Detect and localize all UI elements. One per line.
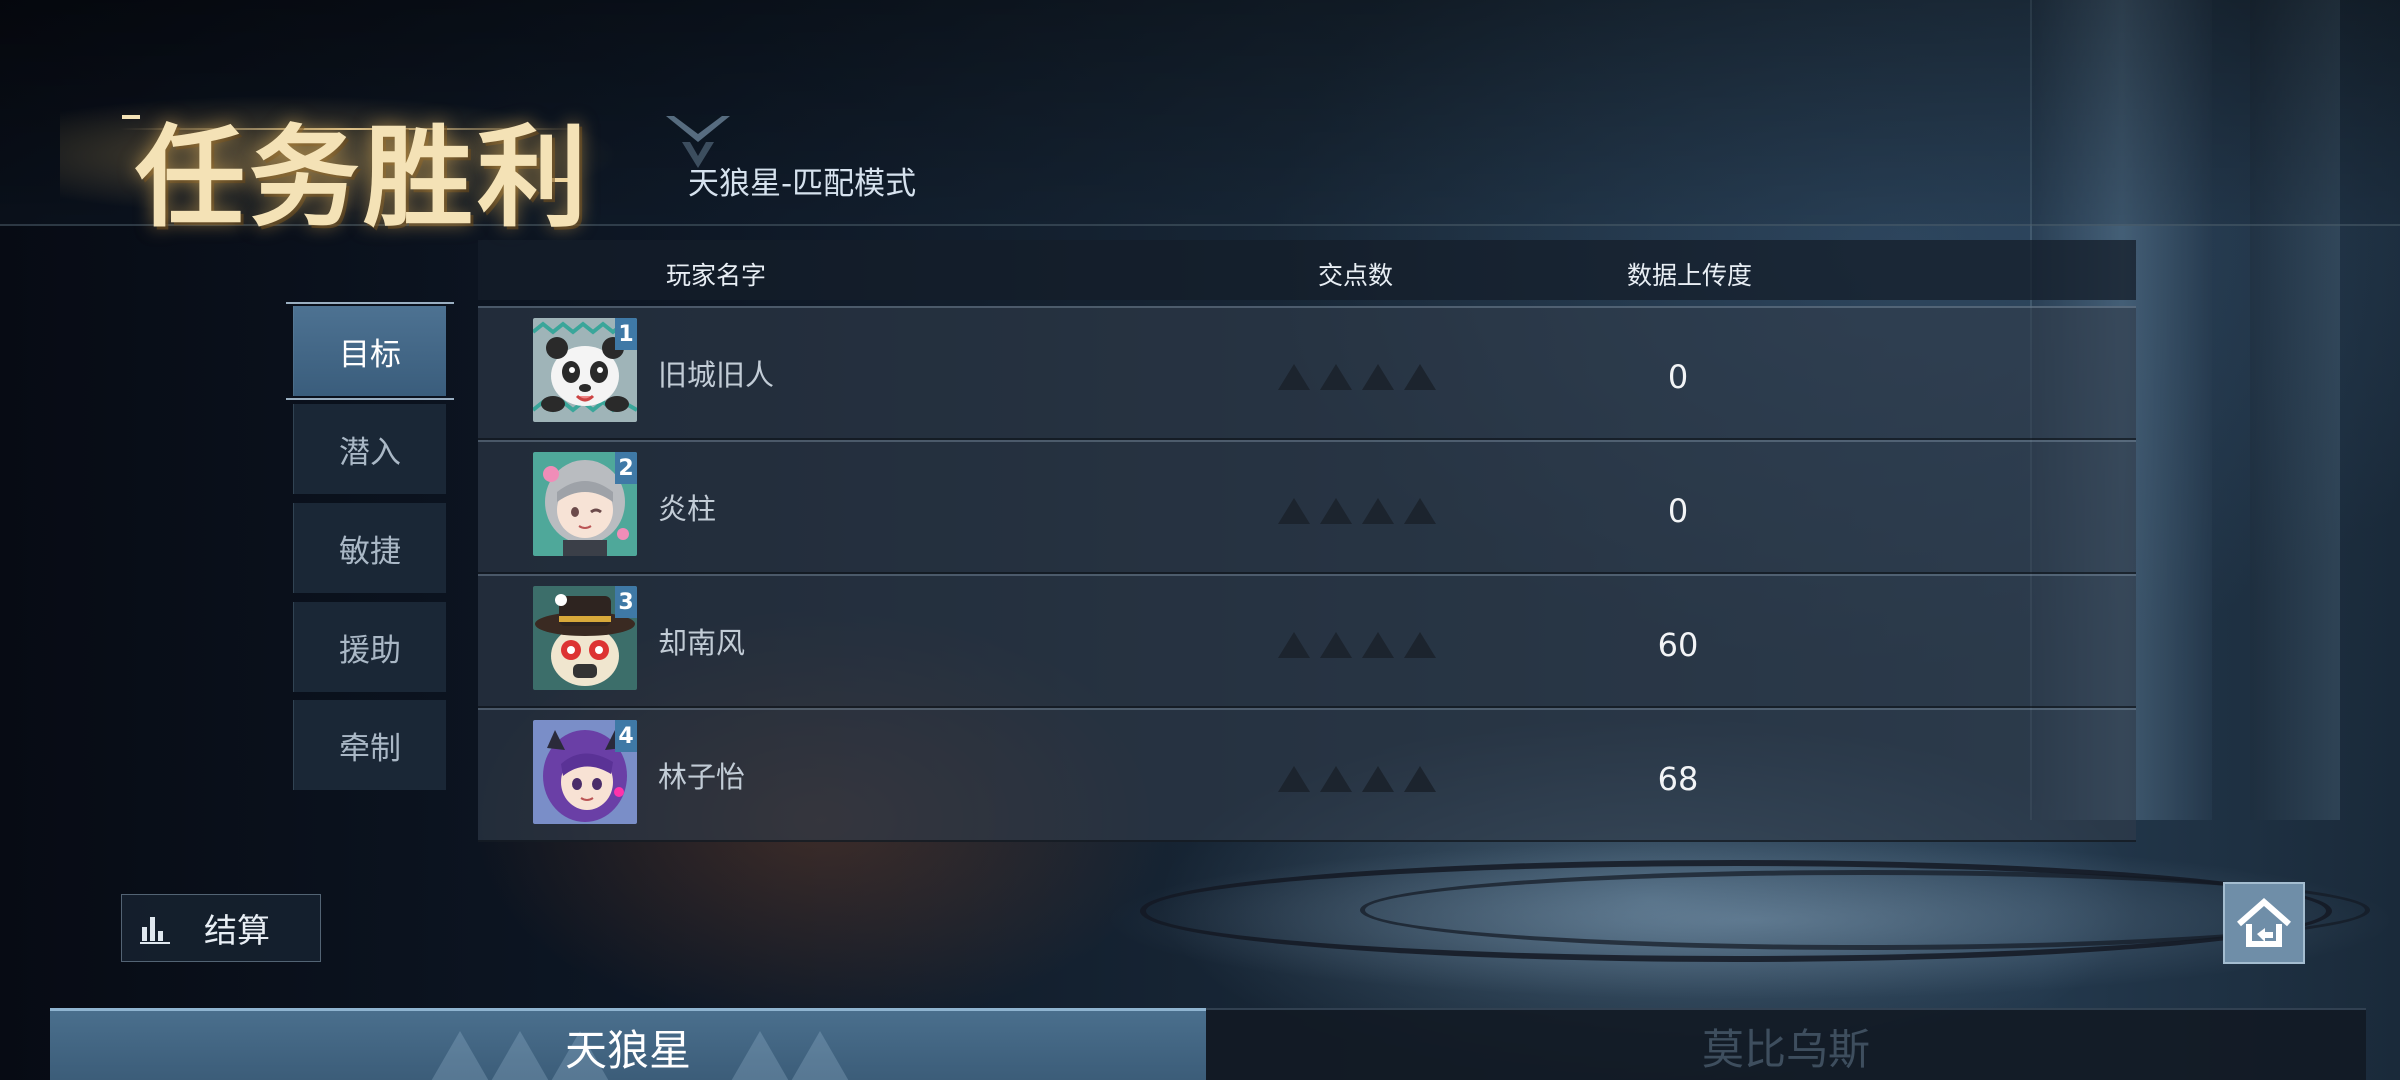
tab-label: 目标 bbox=[339, 336, 401, 373]
tab-team-mobius[interactable]: 莫比乌斯 bbox=[1206, 1008, 2366, 1080]
rank-badge: 1 bbox=[615, 318, 637, 350]
tab-agility[interactable]: 敏捷 bbox=[293, 503, 446, 593]
triangle-icon bbox=[1404, 364, 1436, 390]
node-triangles bbox=[1278, 766, 1438, 796]
player-name: 旧城旧人 bbox=[658, 358, 775, 392]
background-cable-ring bbox=[1360, 870, 2370, 950]
column-header-player-name: 玩家名字 bbox=[666, 261, 767, 290]
node-triangles bbox=[1278, 498, 1438, 528]
player-row[interactable]: 2 炎柱 0 bbox=[478, 440, 2136, 574]
rank-badge: 3 bbox=[615, 586, 637, 618]
triangle-icon bbox=[1362, 364, 1394, 390]
triangle-icon bbox=[1362, 498, 1394, 524]
data-upload-score: 0 bbox=[1667, 492, 1689, 530]
column-header-node-count: 交点数 bbox=[1318, 261, 1394, 290]
player-name: 却南风 bbox=[658, 626, 746, 660]
triangle-icon bbox=[1320, 364, 1352, 390]
tab-objective[interactable]: 目标 bbox=[286, 302, 454, 400]
tab-label: 敏捷 bbox=[339, 533, 401, 570]
node-triangles bbox=[1278, 632, 1438, 662]
column-header-data-upload: 数据上传度 bbox=[1627, 261, 1753, 290]
player-row[interactable]: 3 却南风 60 bbox=[478, 574, 2136, 708]
triangle-icon bbox=[1278, 632, 1310, 658]
team-label: 莫比乌斯 bbox=[1701, 1024, 1870, 1074]
triangle-icon bbox=[1320, 766, 1352, 792]
tab-team-sirius[interactable]: 天狼星 bbox=[50, 1008, 1206, 1080]
tab-label: 牵制 bbox=[339, 730, 401, 767]
triangle-icon bbox=[1278, 364, 1310, 390]
panda-avatar[interactable]: 1 bbox=[533, 318, 637, 422]
game-result-screen: 任务胜利 天狼星-匹配模式 玩家名字 交点数 数据上传度 目标 潜入 敏捷 援助… bbox=[0, 0, 2400, 1080]
triangle-icon bbox=[1362, 766, 1394, 792]
settle-label: 结算 bbox=[204, 911, 270, 950]
data-upload-score: 0 bbox=[1667, 358, 1689, 396]
node-triangles bbox=[1278, 364, 1438, 394]
player-row[interactable]: 4 林子怡 68 bbox=[478, 708, 2136, 842]
triangle-icon bbox=[1320, 632, 1352, 658]
triangle-icon bbox=[1404, 498, 1436, 524]
triangle-icon bbox=[1362, 632, 1394, 658]
page-title: 任务胜利 bbox=[135, 114, 591, 242]
home-icon bbox=[2237, 898, 2291, 947]
settle-button[interactable]: 结算 bbox=[121, 894, 321, 962]
mode-subtitle: 天狼星-匹配模式 bbox=[688, 166, 917, 202]
triangle-icon bbox=[1320, 498, 1352, 524]
masked-hat-avatar[interactable]: 3 bbox=[533, 586, 637, 690]
triangle-icon bbox=[1278, 766, 1310, 792]
team-label: 天狼星 bbox=[564, 1025, 691, 1075]
triangle-icon bbox=[1404, 632, 1436, 658]
home-button[interactable] bbox=[2223, 882, 2305, 964]
player-name: 炎柱 bbox=[658, 492, 717, 526]
triangle-icon bbox=[1278, 498, 1310, 524]
purple-hair-girl-avatar[interactable]: 4 bbox=[533, 720, 637, 824]
data-upload-score: 60 bbox=[1657, 626, 1699, 664]
rank-badge: 2 bbox=[615, 452, 637, 484]
tab-infiltration[interactable]: 潜入 bbox=[293, 404, 446, 494]
tab-label: 潜入 bbox=[339, 434, 401, 471]
player-name: 林子怡 bbox=[658, 760, 746, 794]
tab-assist[interactable]: 援助 bbox=[293, 602, 446, 692]
player-row[interactable]: 1 旧城旧人 0 bbox=[478, 306, 2136, 440]
bar-chart-icon bbox=[140, 917, 170, 944]
rank-badge: 4 bbox=[615, 720, 637, 752]
tab-containment[interactable]: 牵制 bbox=[293, 700, 446, 790]
tab-label: 援助 bbox=[339, 632, 401, 669]
silver-hair-girl-avatar[interactable]: 2 bbox=[533, 452, 637, 556]
data-upload-score: 68 bbox=[1657, 760, 1699, 798]
triangle-icon bbox=[1404, 766, 1436, 792]
